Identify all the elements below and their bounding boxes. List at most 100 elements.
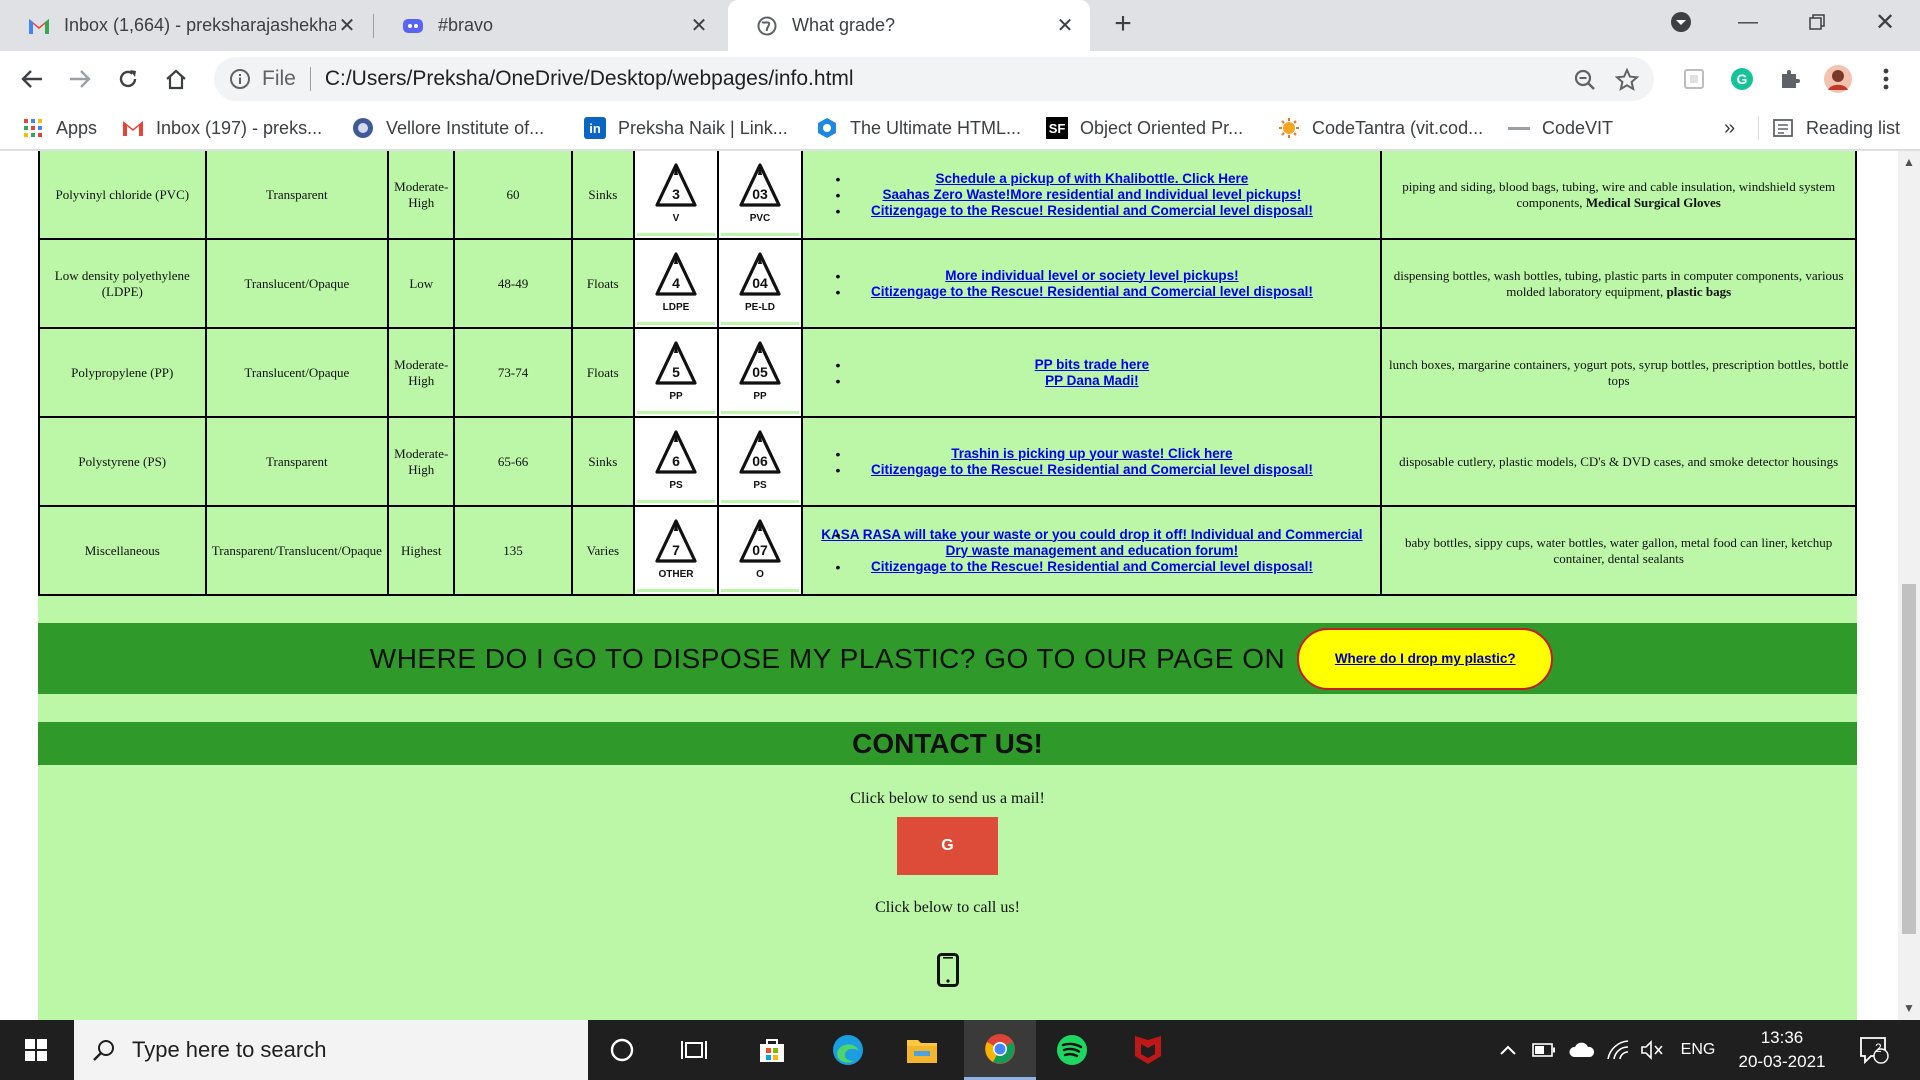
volume-muted-icon[interactable]	[1638, 1020, 1666, 1080]
disposal-link[interactable]: Citizengage to the Rescue! Residential a…	[871, 284, 1313, 299]
plastic-uses: disposable cutlery, plastic models, CD's…	[1382, 418, 1855, 505]
disposal-link[interactable]: Trashin is picking up your waste! Click …	[951, 446, 1232, 461]
edge-icon[interactable]	[818, 1020, 878, 1080]
disposal-link[interactable]: Schedule a pickup of with Khalibottle. C…	[935, 171, 1248, 186]
profile-avatar[interactable]	[1818, 59, 1858, 99]
grammarly-icon[interactable]: G	[1722, 59, 1762, 99]
bookmark-apps[interactable]: Apps	[22, 108, 97, 148]
close-tab-icon[interactable]: ✕	[688, 13, 710, 38]
resin-code: 03	[753, 186, 769, 202]
disposal-links-cell: PP bits trade herePP Dana Madi!	[803, 329, 1381, 416]
scroll-down-icon[interactable]: ▼	[1903, 1001, 1915, 1015]
reading-list-button[interactable]: Reading list	[1772, 108, 1900, 148]
gmail-icon	[122, 117, 144, 139]
plastic-uses: baby bottles, sippy cups, water bottles,…	[1382, 507, 1855, 594]
tab-search-icon[interactable]	[1660, 0, 1702, 44]
new-tab-button[interactable]: +	[1108, 9, 1138, 40]
disposal-link[interactable]: PP bits trade here	[1035, 357, 1150, 372]
plastic-appearance: Translucent/Opaque	[206, 329, 388, 416]
minimize-icon[interactable]: —	[1725, 0, 1771, 44]
bookmark-vit[interactable]: Vellore Institute of...	[352, 108, 544, 148]
plastic-toxicity: Moderate-High	[389, 151, 454, 238]
bookmark-star-icon[interactable]	[1614, 67, 1640, 93]
close-window-icon[interactable]: ✕	[1862, 0, 1908, 44]
notifications-icon[interactable]: 2	[1852, 1020, 1896, 1080]
disposal-link[interactable]: KASA RASA will take your waste or you co…	[821, 527, 1362, 558]
forward-icon[interactable]	[60, 59, 100, 99]
plastic-appearance: Transparent	[206, 418, 388, 505]
zoom-icon[interactable]	[1572, 67, 1598, 93]
list-item: Citizengage to the Rescue! Residential a…	[813, 284, 1370, 300]
disposal-link[interactable]: More individual level or society level p…	[945, 268, 1238, 283]
recycling-symbol-icon: 06 PS	[721, 420, 800, 503]
tray-chevron-icon[interactable]	[1496, 1020, 1520, 1080]
uses-highlight: Medical Surgical Gloves	[1585, 194, 1721, 210]
tab-title: What grade?	[792, 15, 896, 35]
bookmark-gmail[interactable]: Inbox (197) - preks...	[122, 108, 322, 148]
recycling-code-cell: 03 PVC	[719, 151, 802, 238]
close-tab-icon[interactable]: ✕	[336, 13, 358, 38]
disposal-links-cell: KASA RASA will take your waste or you co…	[803, 507, 1381, 594]
restore-icon[interactable]	[1794, 0, 1840, 44]
recycling-code-cell: 07 O	[719, 507, 802, 594]
back-icon[interactable]	[12, 59, 52, 99]
scrollbar-thumb[interactable]	[1902, 584, 1916, 934]
recycling-symbol-icon: 05 PP	[721, 331, 800, 414]
close-tab-icon[interactable]: ✕	[1054, 13, 1076, 38]
spotify-icon[interactable]	[1042, 1020, 1102, 1080]
cortana-icon[interactable]	[592, 1020, 652, 1080]
bookmark-html[interactable]: The Ultimate HTML...	[816, 108, 1021, 148]
bookmark-label: CodeVIT	[1542, 117, 1614, 138]
taskbar-clock[interactable]: 13:36 20-03-2021	[1730, 1026, 1834, 1074]
disposal-link[interactable]: PP Dana Madi!	[1045, 373, 1139, 388]
bookmark-sf[interactable]: SF Object Oriented Pr...	[1046, 108, 1243, 148]
google-mail-button[interactable]: G	[897, 817, 998, 875]
bookmark-codetantra[interactable]: CodeTantra (vit.cod...	[1278, 108, 1483, 148]
mail-prompt: Click below to send us a mail!	[850, 790, 1045, 807]
mcafee-icon[interactable]	[1118, 1020, 1178, 1080]
recycling-symbol-icon: 4 LDPE	[636, 242, 716, 325]
info-icon[interactable]	[228, 67, 252, 91]
taskbar-search-box[interactable]: Type here to search	[74, 1020, 588, 1080]
discord-icon	[402, 15, 424, 37]
plastic-name: Polystyrene (PS)	[40, 418, 205, 505]
extension-icon[interactable]	[1674, 59, 1714, 99]
language-indicator[interactable]: ENG	[1676, 1020, 1720, 1080]
disposal-link[interactable]: Saahas Zero Waste!More residential and I…	[882, 187, 1301, 202]
windows-start-icon[interactable]	[0, 1020, 72, 1080]
disposal-link[interactable]: Citizengage to the Rescue! Residential a…	[871, 203, 1313, 218]
table-row: Low density polyethylene (LDPE) Transluce…	[40, 240, 1855, 327]
bookmark-codevit[interactable]: CodeVIT	[1508, 108, 1613, 148]
uses-text: lunch boxes, margarine containers, yogur…	[1388, 356, 1849, 388]
address-bar[interactable]: File C:/Users/Preksha/OneDrive/Desktop/w…	[214, 57, 1654, 101]
resin-label: PS	[754, 480, 768, 491]
reload-icon[interactable]	[108, 59, 148, 99]
disposal-link[interactable]: Citizengage to the Rescue! Residential a…	[871, 559, 1313, 574]
search-icon	[92, 1038, 116, 1062]
file-explorer-icon[interactable]	[892, 1020, 952, 1080]
bookmarks-overflow-button[interactable]: »	[1724, 108, 1735, 148]
url-text[interactable]: C:/Users/Preksha/OneDrive/Desktop/webpag…	[325, 67, 854, 91]
chrome-icon[interactable]	[964, 1020, 1036, 1080]
phone-icon[interactable]	[934, 952, 962, 988]
drop-plastic-button[interactable]: Where do I drop my plastic?	[1297, 627, 1554, 690]
plastic-uses: piping and siding, blood bags, tubing, w…	[1382, 151, 1855, 238]
home-icon[interactable]	[156, 59, 196, 99]
bookmark-linkedin[interactable]: in Preksha Naik | Link...	[584, 108, 788, 148]
table-row: Polypropylene (PP) Translucent/Opaque Mode…	[40, 329, 1855, 416]
tab-gmail[interactable]: Inbox (1,664) - preksharajashekha ✕	[0, 0, 372, 51]
extensions-puzzle-icon[interactable]	[1770, 59, 1810, 99]
wifi-icon[interactable]	[1604, 1020, 1632, 1080]
disposal-link[interactable]: Citizengage to the Rescue! Residential a…	[871, 462, 1313, 477]
onedrive-icon[interactable]	[1566, 1020, 1598, 1080]
scroll-up-icon[interactable]: ▲	[1903, 155, 1915, 169]
windows-taskbar: Type here to search ENG 13:36 20-03-2021…	[0, 1020, 1920, 1080]
page-scrollbar[interactable]: ▲ ▼	[1898, 151, 1920, 1020]
menu-kebab-icon[interactable]	[1866, 59, 1906, 99]
task-view-icon[interactable]	[664, 1020, 724, 1080]
store-icon[interactable]	[742, 1020, 802, 1080]
plastic-toxicity: Moderate-High	[389, 418, 454, 505]
tab-discord[interactable]: #bravo ✕	[374, 0, 724, 51]
battery-icon[interactable]	[1530, 1020, 1558, 1080]
tab-what-grade[interactable]: What grade? ✕	[728, 0, 1090, 51]
